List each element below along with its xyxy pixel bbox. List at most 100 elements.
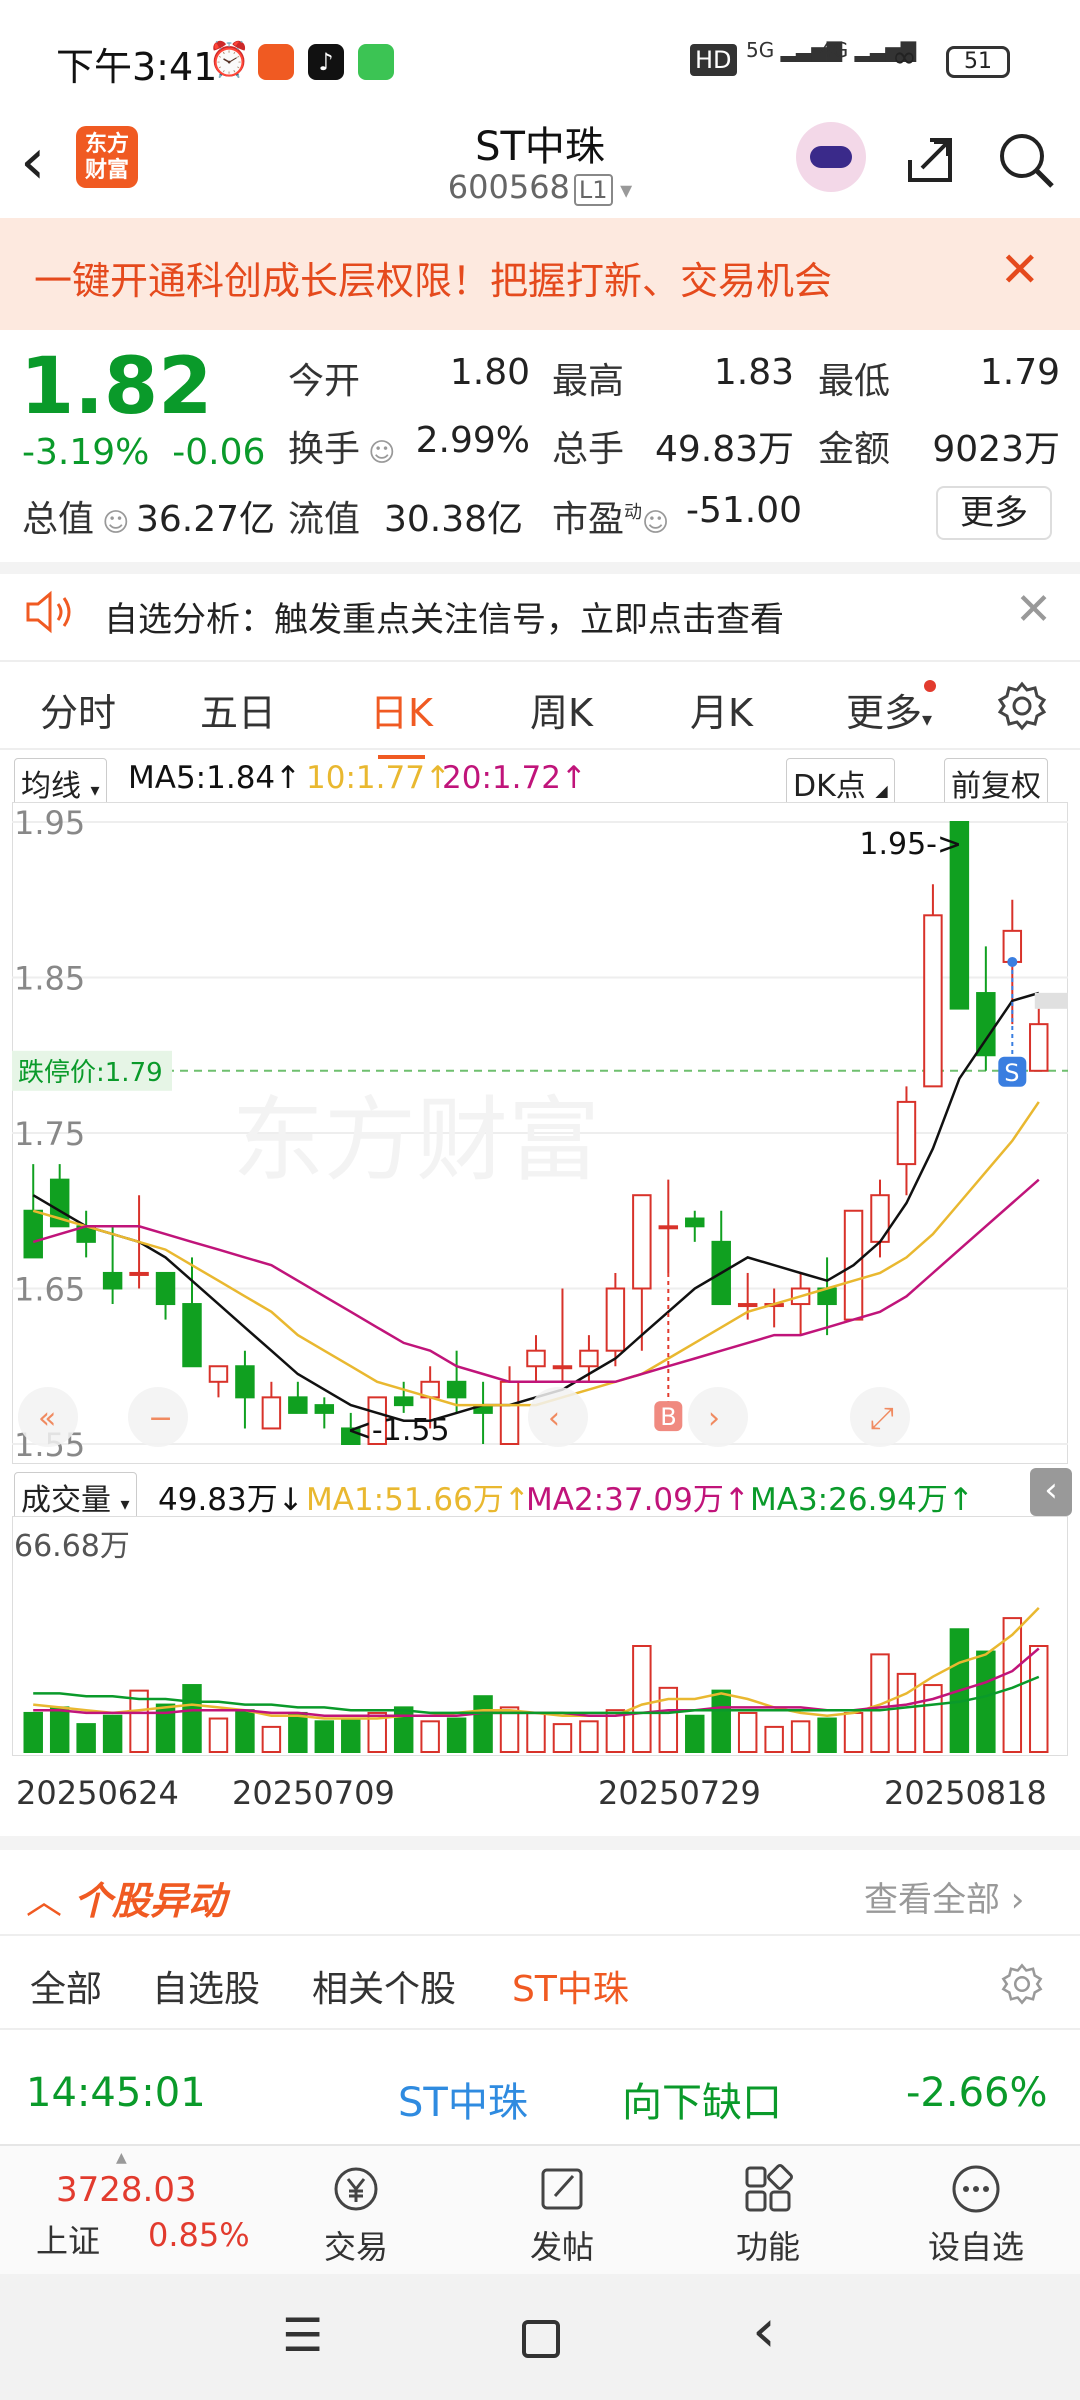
adjust-select[interactable]: 前复权 xyxy=(944,758,1048,808)
nav-function[interactable]: 功能 xyxy=(708,2162,828,2268)
link-icon: ∞ xyxy=(892,40,917,75)
event-pct: -2.66% xyxy=(906,2070,1048,2116)
volume-bar xyxy=(23,1711,43,1754)
volume-bar xyxy=(49,1706,70,1753)
grid-icon xyxy=(745,2164,793,2212)
tab-watchlist[interactable]: 自选股 xyxy=(152,1960,260,2012)
volume-bar xyxy=(552,1723,573,1753)
volume-bar xyxy=(790,1720,811,1753)
close-icon[interactable]: ✕ xyxy=(1015,584,1052,635)
fullscreen-button[interactable]: ⤢ xyxy=(850,1387,910,1447)
search-icon[interactable] xyxy=(994,128,1058,192)
settings-gear-icon[interactable] xyxy=(1000,1962,1044,2006)
pe-label: 市盈动☺ xyxy=(552,499,670,540)
share-icon[interactable] xyxy=(900,130,960,190)
open-value: 1.80 xyxy=(449,352,530,393)
amount-value: 9023万 xyxy=(932,429,1060,470)
nav-post[interactable]: 发帖 xyxy=(502,2162,622,2268)
volume-chart: 66.68万 xyxy=(12,1516,1068,1756)
tab-all[interactable]: 全部 xyxy=(30,1960,102,2012)
chevron-up-icon[interactable]: ︿ xyxy=(26,1872,62,1924)
home-square-icon[interactable] xyxy=(522,2320,560,2358)
current-price: 1.82 xyxy=(20,342,213,432)
event-stock[interactable]: ST中珠 xyxy=(398,2070,528,2128)
low-label: 最低 xyxy=(818,361,891,402)
candle-body xyxy=(1029,1023,1049,1072)
volume-bar xyxy=(923,1684,943,1753)
caret-up-icon: ▲ xyxy=(116,2150,127,2166)
wechat-mini-icon xyxy=(358,44,394,80)
tiktok-icon: ♪ xyxy=(308,44,344,80)
candle-body xyxy=(446,1380,467,1399)
close-icon[interactable]: ✕ xyxy=(1000,242,1040,298)
candlestick-chart[interactable]: 东方财富 1.951.851.751.651.55 跌停价:1.79 1.95-… xyxy=(12,802,1068,1464)
robot-assistant-icon[interactable] xyxy=(796,122,866,192)
tab-daily-k[interactable]: 日K xyxy=(370,682,433,759)
volume-bar xyxy=(208,1717,229,1753)
more-button[interactable]: 更多 xyxy=(936,486,1052,540)
ma-select[interactable]: 均线 ▾ xyxy=(14,758,107,808)
analysis-notice[interactable]: 自选分析：触发重点关注信号，立即点击查看 ✕ xyxy=(0,562,1080,650)
collapse-panel-button[interactable]: ‹ xyxy=(1030,1468,1072,1516)
ma5-value: MA5:1.84↑ xyxy=(128,760,302,796)
hd-icon: HD xyxy=(690,44,737,76)
zoom-out-button[interactable]: − xyxy=(128,1387,188,1447)
tab-stock[interactable]: ST中珠 xyxy=(512,1960,629,2012)
volume-bar xyxy=(737,1711,758,1754)
candle-body xyxy=(182,1303,202,1368)
view-all-link[interactable]: 查看全部 › xyxy=(864,1872,1024,1921)
index-name: 上证 xyxy=(36,2222,101,2260)
date-label: 20250818 xyxy=(884,1774,1047,1812)
next-button[interactable]: › xyxy=(688,1387,748,1447)
volume-bar xyxy=(341,1717,361,1753)
volume-bar xyxy=(976,1650,996,1753)
vol-ma1: MA1:51.66万↑ xyxy=(306,1482,530,1518)
bottom-nav: ▲ 3728.03 上证 0.85% 交易 发帖 功能 设自选 xyxy=(0,2144,1080,2274)
candle-body xyxy=(896,1100,917,1166)
volume-bar xyxy=(182,1684,202,1753)
tab-intraday[interactable]: 分时 xyxy=(40,682,116,737)
tab-weekly-k[interactable]: 周K xyxy=(530,682,593,737)
amount-label: 金额 xyxy=(818,429,891,470)
candle-body xyxy=(685,1217,705,1228)
ma10-value: 10:1.77↑ xyxy=(306,760,451,796)
volume-bar xyxy=(685,1714,705,1754)
speaker-icon xyxy=(26,590,71,634)
turnover-label: 换手 ☺ xyxy=(288,429,396,470)
tab-related[interactable]: 相关个股 xyxy=(312,1960,456,2012)
volume-value: 49.83万↓ xyxy=(158,1482,304,1518)
candle-body xyxy=(526,1349,546,1368)
abnormal-header: ︿ 个股异动 查看全部 › xyxy=(0,1836,1080,1932)
volume-bar xyxy=(261,1725,282,1753)
volume-label: 总手 xyxy=(552,429,625,470)
candle-body xyxy=(632,1194,652,1290)
tab-monthly-k[interactable]: 月K xyxy=(690,682,753,737)
volume-bar xyxy=(526,1711,546,1754)
notice-text: 自选分析：触发重点关注信号，立即点击查看 xyxy=(104,600,784,640)
back-icon[interactable]: ‹ xyxy=(752,2296,776,2366)
volume-bar xyxy=(420,1720,440,1753)
menu-icon[interactable]: ☰ xyxy=(282,2308,323,2362)
abnormal-title: 个股异动 xyxy=(74,1879,227,1923)
mktcap-label: 总值 ☺ xyxy=(22,499,130,540)
candle-body xyxy=(393,1396,414,1407)
settings-gear-icon[interactable] xyxy=(996,680,1048,732)
scroll-left-button[interactable]: « xyxy=(18,1387,78,1447)
nav-add-watchlist[interactable]: 设自选 xyxy=(916,2162,1036,2268)
scroll-left-button-icon: « xyxy=(38,1401,56,1436)
prev-button[interactable]: ‹ xyxy=(528,1387,588,1447)
stock-code: 600568 xyxy=(447,168,570,206)
candle-body xyxy=(552,1365,573,1370)
chevron-down-icon: ▾ xyxy=(612,176,633,204)
next-button-icon: › xyxy=(708,1401,720,1436)
dk-point-select[interactable]: DK点 ◢ xyxy=(786,758,895,808)
tab-more[interactable]: 更多▾ xyxy=(846,680,937,737)
volume-bar xyxy=(579,1720,599,1753)
vol-ma3: MA3:26.94万↑ xyxy=(750,1482,974,1518)
yen-cycle-icon xyxy=(334,2167,378,2211)
tab-five-day[interactable]: 五日 xyxy=(200,682,276,737)
volume-bar xyxy=(632,1645,652,1754)
promo-banner[interactable]: 一键开通科创成长层权限！把握打新、交易机会 ✕ xyxy=(0,218,1080,330)
volume-select[interactable]: 成交量 ▾ xyxy=(14,1472,137,1522)
nav-trade[interactable]: 交易 xyxy=(296,2162,416,2268)
